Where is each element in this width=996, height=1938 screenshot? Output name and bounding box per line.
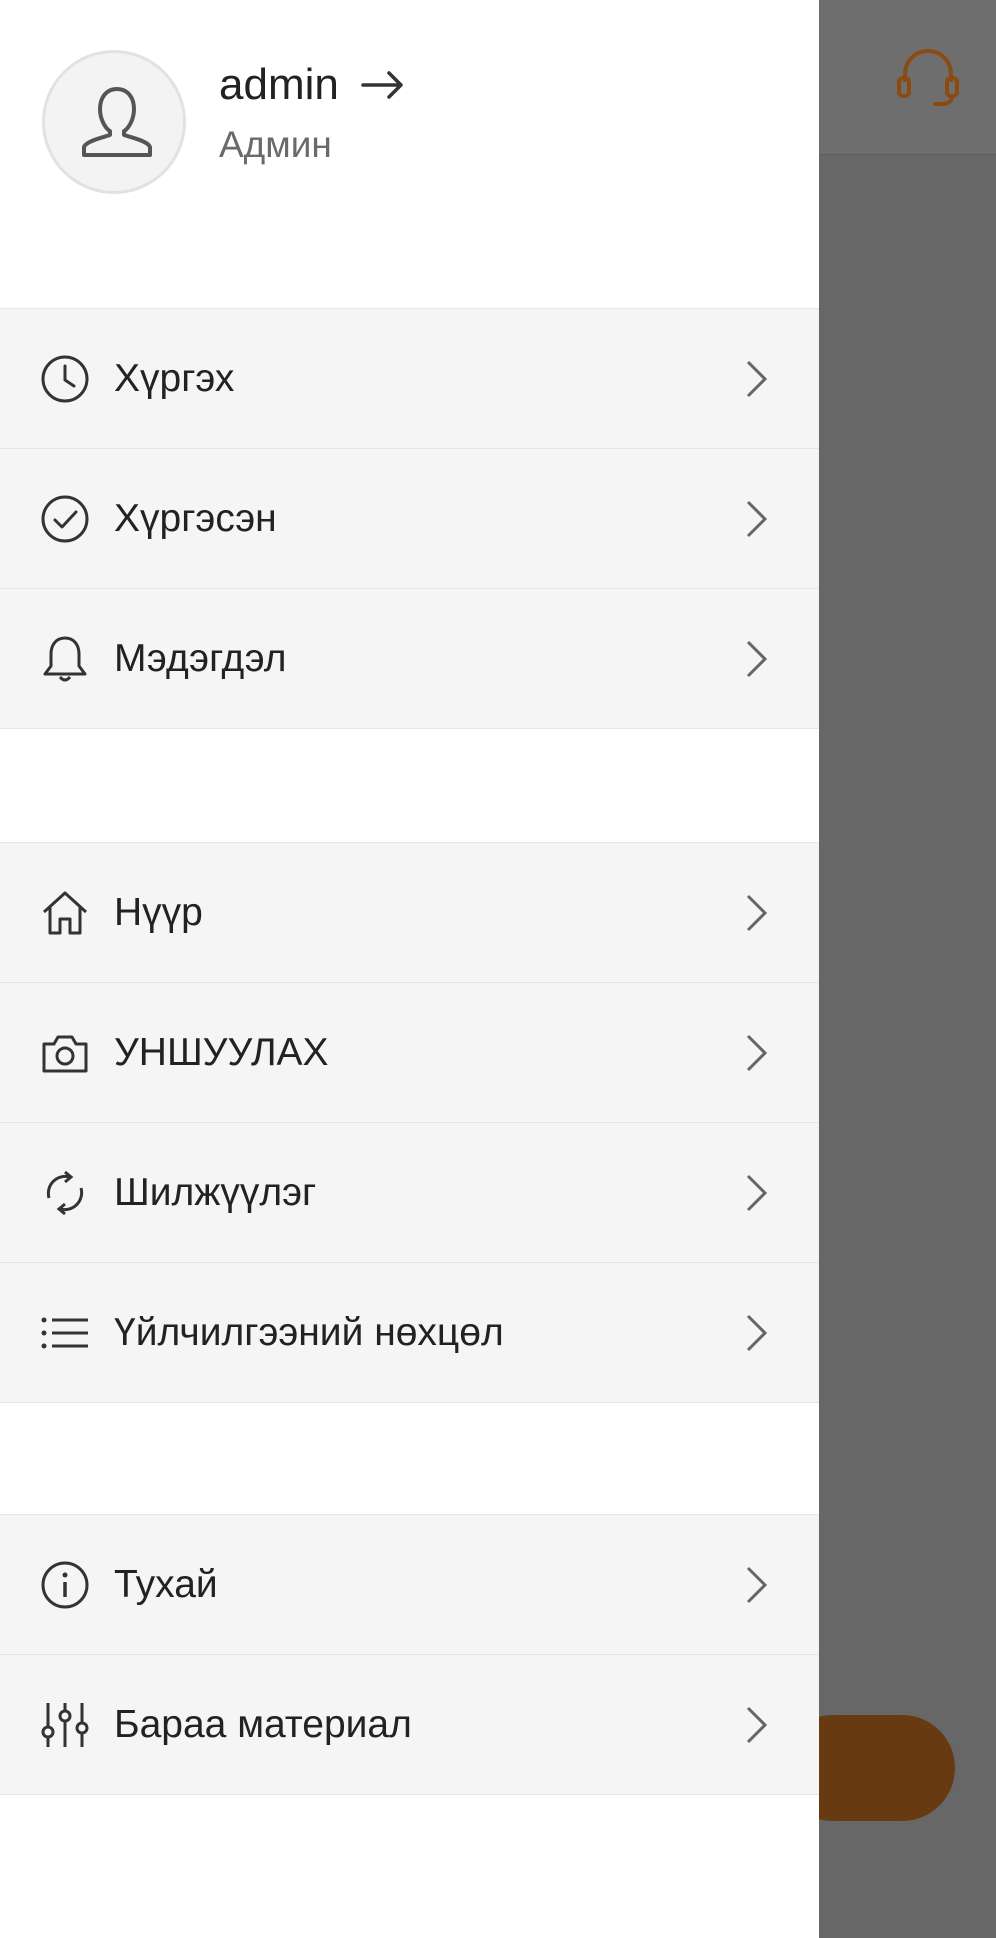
home-icon: [42, 891, 88, 934]
username-text: admin: [219, 60, 339, 109]
chevron-right-icon: [746, 500, 768, 537]
menu-item-label: Шилжүүлэг: [114, 1170, 317, 1214]
chevron-right-icon: [746, 1706, 768, 1743]
menu-group-info: Тухай Бараа материал: [0, 1514, 819, 1795]
info-icon: [41, 1561, 89, 1608]
menu-item-label: Нүүр: [114, 890, 203, 934]
menu-item-delivered[interactable]: Хүргэсэн: [0, 449, 819, 589]
menu-item-transfer[interactable]: Шилжүүлэг: [0, 1123, 819, 1263]
sliders-icon: [41, 1702, 89, 1747]
chevron-right-icon: [746, 1174, 768, 1211]
headset-icon[interactable]: [893, 42, 963, 112]
navigation-drawer: admin Админ Хүргэх Хүргэсэн Мэдэгдэл Нүү…: [0, 0, 819, 1938]
avatar[interactable]: [42, 50, 186, 194]
chevron-right-icon: [746, 1566, 768, 1603]
menu-item-home[interactable]: Нүүр: [0, 843, 819, 983]
camera-icon: [42, 1035, 88, 1072]
menu-item-label: Үйлчилгээний нөхцөл: [114, 1310, 504, 1354]
chevron-right-icon: [746, 1314, 768, 1351]
chevron-right-icon: [746, 894, 768, 931]
menu-item-scan[interactable]: УНШУУЛАХ: [0, 983, 819, 1123]
menu-item-label: Мэдэгдэл: [114, 636, 287, 680]
chevron-right-icon: [746, 1034, 768, 1071]
chevron-right-icon: [746, 360, 768, 397]
chevron-right-icon: [746, 640, 768, 677]
arrow-right-icon: [361, 71, 403, 99]
check-circle-icon: [41, 495, 89, 542]
menu-item-notifications[interactable]: Мэдэгдэл: [0, 589, 819, 729]
user-role: Админ: [219, 124, 332, 165]
menu-item-label: Хүргэсэн: [114, 496, 277, 540]
user-icon: [82, 87, 152, 157]
menu-item-inventory[interactable]: Бараа материал: [0, 1655, 819, 1795]
profile-header[interactable]: admin Админ: [0, 0, 819, 308]
clock-icon: [41, 355, 89, 402]
menu-group-main: Нүүр УНШУУЛАХ Шилжүүлэг Үйлчилгээний нөх…: [0, 842, 819, 1403]
menu-item-label: Тухай: [114, 1562, 218, 1606]
menu-item-label: Хүргэх: [114, 356, 235, 400]
refresh-icon: [46, 1170, 84, 1215]
menu-item-terms[interactable]: Үйлчилгээний нөхцөл: [0, 1263, 819, 1403]
bell-icon: [43, 636, 87, 681]
list-icon: [41, 1317, 88, 1348]
menu-item-label: Бараа материал: [114, 1702, 412, 1746]
username[interactable]: admin: [219, 60, 405, 110]
menu-group-deliveries: Хүргэх Хүргэсэн Мэдэгдэл: [0, 308, 819, 729]
menu-item-deliver[interactable]: Хүргэх: [0, 309, 819, 449]
menu-item-label: УНШУУЛАХ: [114, 1030, 329, 1074]
menu-item-about[interactable]: Тухай: [0, 1515, 819, 1655]
